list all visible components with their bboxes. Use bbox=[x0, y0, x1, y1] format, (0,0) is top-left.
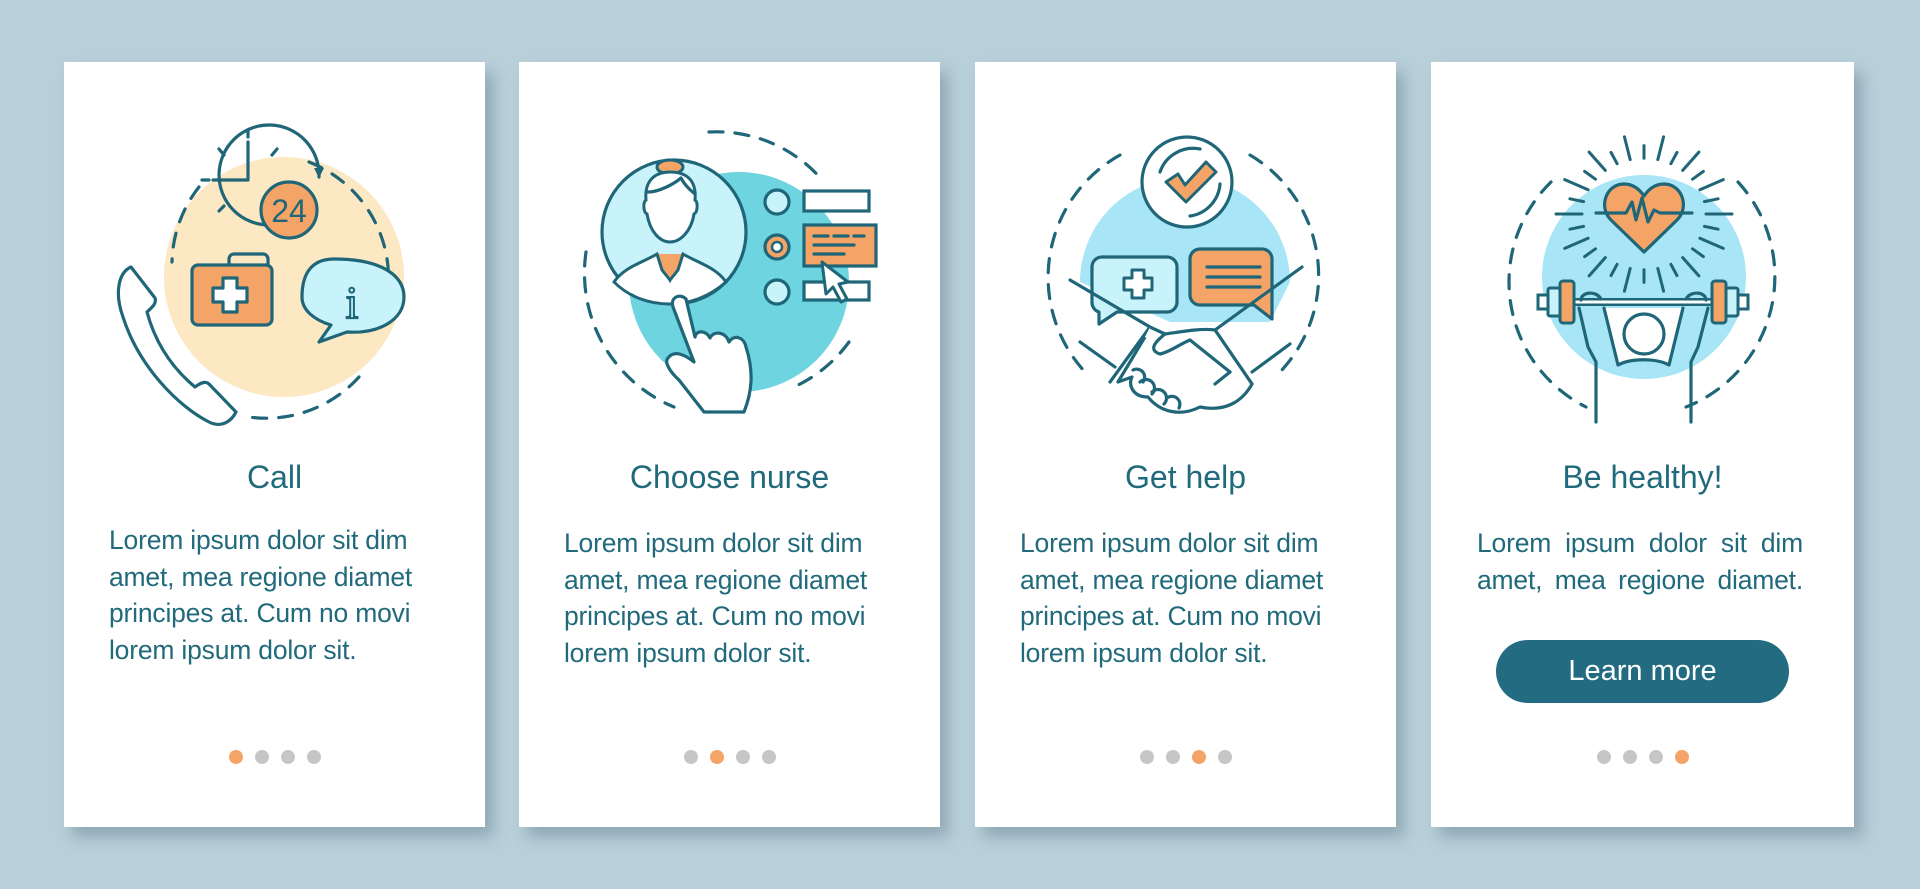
sun-ray bbox=[1622, 135, 1632, 162]
onboarding-card-choose-nurse: Choose nurse Lorem ipsum dolor sit dim a… bbox=[519, 62, 940, 827]
page-indicator bbox=[64, 750, 485, 764]
description-line: amet, mea regione diamet bbox=[564, 564, 868, 595]
page-dot-4[interactable] bbox=[306, 750, 321, 764]
card-title: Call bbox=[246, 459, 303, 495]
sun-ray bbox=[1587, 150, 1607, 172]
page-indicator bbox=[1431, 750, 1854, 764]
page-dot-3[interactable] bbox=[1648, 750, 1663, 764]
description-line: Lorem ipsum dolor sit dim bbox=[1020, 528, 1319, 558]
sun-ray bbox=[1656, 135, 1666, 162]
card-description: Lorem ipsum dolor sit dim amet, mea regi… bbox=[109, 522, 444, 668]
page-dot-1[interactable] bbox=[683, 750, 698, 764]
page-dot-3[interactable] bbox=[280, 750, 295, 764]
page-indicator bbox=[975, 750, 1396, 764]
option-list-icon bbox=[763, 188, 878, 306]
page-dot-1[interactable] bbox=[1139, 750, 1154, 764]
description-line: principes at. Cum no movi bbox=[1020, 601, 1322, 631]
svg-text:24: 24 bbox=[271, 193, 307, 229]
page-dot-1[interactable] bbox=[1596, 750, 1611, 764]
description-line: amet, mea regione diamet. bbox=[1477, 564, 1803, 595]
description-line: amet, mea regione diamet bbox=[109, 561, 413, 592]
card-title: Choose nurse bbox=[629, 459, 830, 495]
call-illustration-icon: 24 i bbox=[116, 123, 406, 426]
card-title: Get help bbox=[1125, 459, 1246, 495]
page-dot-4-active[interactable] bbox=[1674, 750, 1689, 764]
page-dot-1-active[interactable] bbox=[228, 750, 243, 764]
sun-ray bbox=[1609, 150, 1619, 166]
sun-ray bbox=[1563, 178, 1590, 192]
learn-more-button[interactable]: Learn more bbox=[1496, 640, 1789, 703]
page-dot-2-active[interactable] bbox=[709, 750, 724, 764]
onboarding-card-be-healthy: Be healthy! Lorem ipsum dolor sit dim am… bbox=[1431, 62, 1854, 827]
medical-kit-icon bbox=[190, 252, 274, 327]
description-line: amet, mea regione diamet bbox=[1020, 564, 1324, 595]
be-healthy-illustration-icon bbox=[1507, 135, 1777, 424]
sun-ray bbox=[1681, 150, 1701, 172]
onboarding-card-get-help: Get help Lorem ipsum dolor sit dim amet,… bbox=[975, 62, 1396, 827]
page-dot-4[interactable] bbox=[761, 750, 776, 764]
description-line: Lorem ipsum dolor sit dim bbox=[1477, 528, 1803, 558]
card-title: Be healthy! bbox=[1562, 459, 1723, 495]
page-dot-2[interactable] bbox=[1165, 750, 1180, 764]
description-line: principes at. Cum no movi bbox=[109, 598, 411, 628]
sun-ray bbox=[1691, 169, 1705, 181]
onboarding-card-call: 24 i Call Lorem ipsum dolor sit dim amet… bbox=[64, 62, 485, 827]
description-line: lorem ipsum dolor sit. bbox=[109, 634, 357, 665]
page-dot-4[interactable] bbox=[1217, 750, 1232, 764]
page-indicator bbox=[519, 750, 940, 764]
svg-text:i: i bbox=[346, 277, 359, 328]
sun-ray bbox=[1669, 150, 1679, 166]
description-line: Lorem ipsum dolor sit dim bbox=[109, 525, 408, 555]
card-description: Lorem ipsum dolor sit dim amet, mea regi… bbox=[1477, 525, 1803, 598]
description-line: Lorem ipsum dolor sit dim bbox=[564, 528, 863, 558]
nurse-avatar-icon bbox=[600, 158, 748, 306]
24-hours-badge: 24 bbox=[259, 180, 319, 240]
description-line: principes at. Cum no movi bbox=[564, 601, 866, 631]
description-line: lorem ipsum dolor sit. bbox=[1020, 637, 1268, 668]
check-badge-icon bbox=[1140, 135, 1234, 229]
sun-ray bbox=[1583, 169, 1597, 181]
sun-ray bbox=[1698, 178, 1725, 192]
page-dot-3[interactable] bbox=[735, 750, 750, 764]
card-description: Lorem ipsum dolor sit dim amet, mea regi… bbox=[1020, 525, 1355, 671]
card-description: Lorem ipsum dolor sit dim amet, mea regi… bbox=[564, 525, 899, 671]
page-dot-2[interactable] bbox=[1622, 750, 1637, 764]
description-line: lorem ipsum dolor sit. bbox=[564, 637, 812, 668]
page-dot-2[interactable] bbox=[254, 750, 269, 764]
get-help-illustration-icon bbox=[1046, 135, 1321, 414]
page-dot-3-active[interactable] bbox=[1191, 750, 1206, 764]
choose-nurse-illustration-icon bbox=[582, 130, 878, 414]
